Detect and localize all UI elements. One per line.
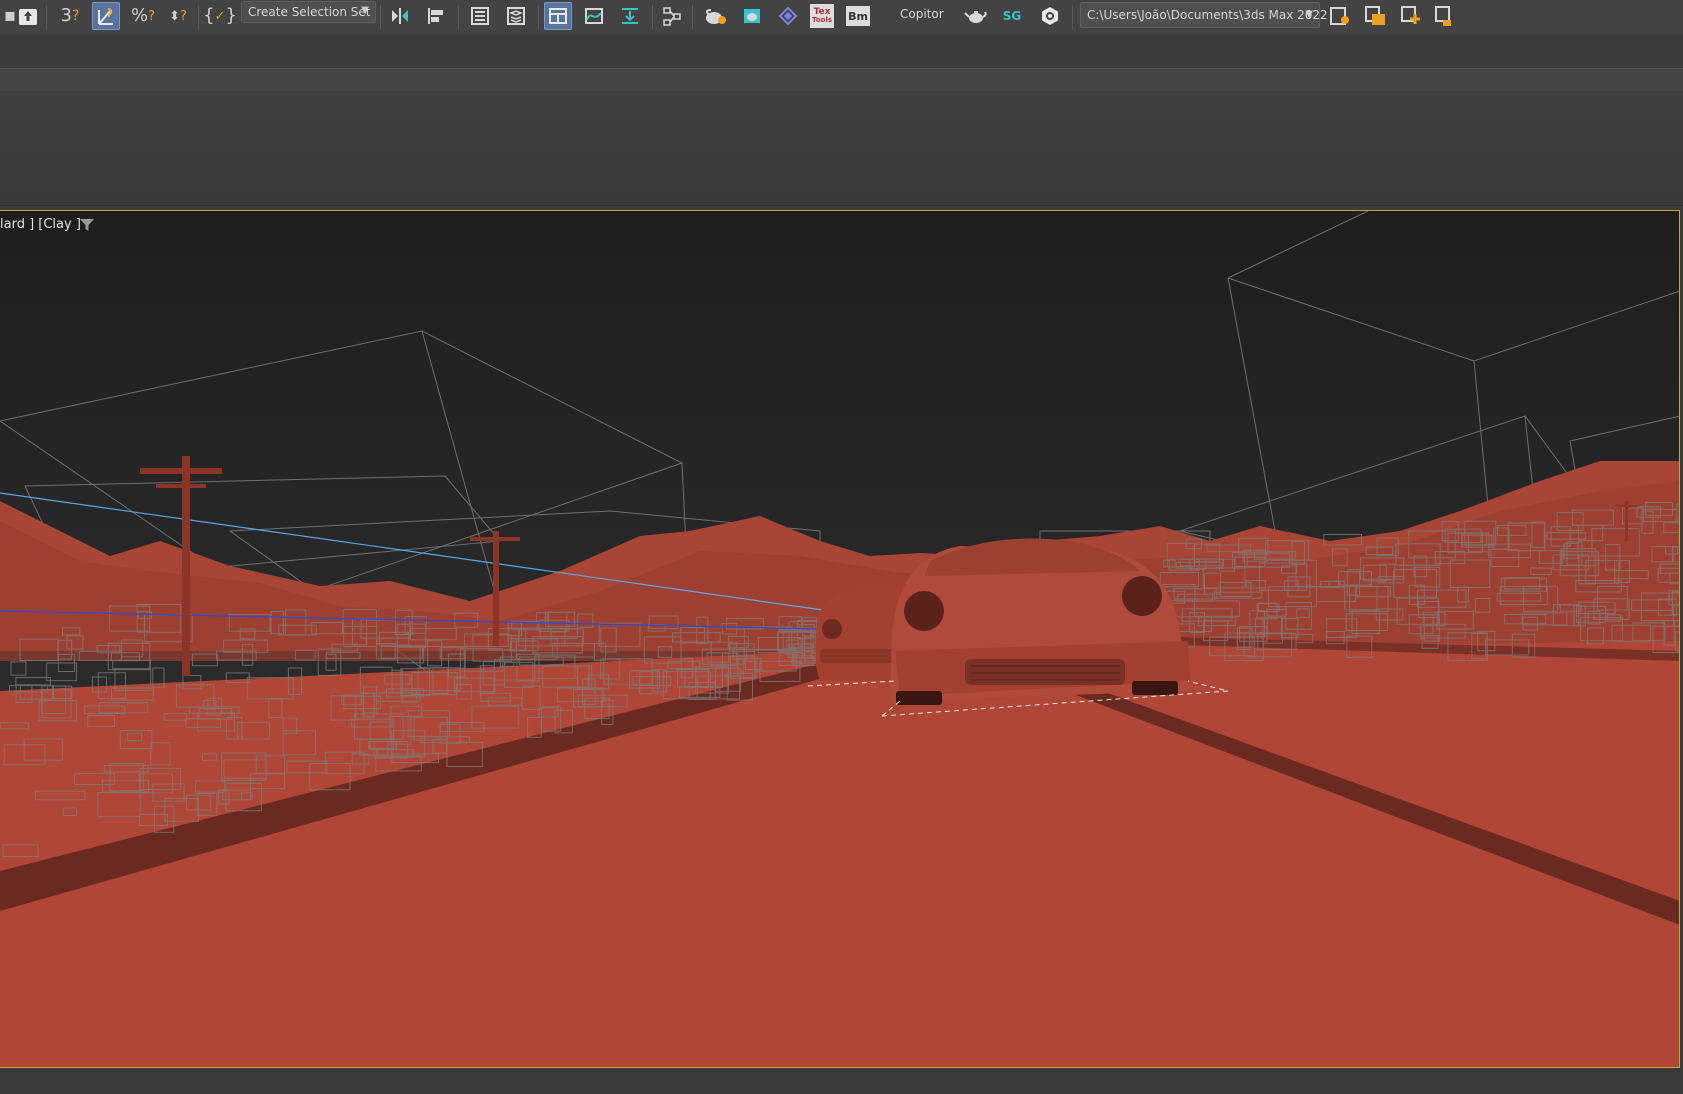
- main-toolbar: ▪ 3? %? ⬍? {✓} Create Selection Set ▼ Te…: [0, 0, 1683, 34]
- sg-icon[interactable]: SG: [998, 2, 1026, 30]
- align-icon[interactable]: [422, 2, 450, 30]
- create-selection-set-dropdown[interactable]: Create Selection Set ▼: [241, 1, 376, 23]
- mirror-icon[interactable]: [386, 2, 414, 30]
- ground-plane: [0, 641, 1679, 1067]
- bm-label: Bm: [848, 9, 868, 23]
- toolbar-separator: [380, 5, 381, 29]
- scene-explorer-icon[interactable]: [466, 2, 494, 30]
- toggle-ribbon-icon[interactable]: [544, 2, 572, 30]
- layer-explorer-icon[interactable]: [502, 2, 530, 30]
- hexagon-plugin-icon[interactable]: [1036, 2, 1064, 30]
- rendered-frame-window-icon[interactable]: [738, 2, 766, 30]
- set-project-folder-icon[interactable]: [1362, 2, 1390, 30]
- command-strip: [0, 34, 1683, 68]
- project-path-dropdown[interactable]: C:\Users\João\Documents\3ds Max 2022 ▼: [1080, 2, 1328, 28]
- status-strip: [0, 1068, 1683, 1094]
- bm-icon[interactable]: Bm: [846, 6, 870, 26]
- dope-sheet-icon[interactable]: [616, 2, 644, 30]
- render-setup-icon[interactable]: [702, 2, 730, 30]
- spinner-snap-icon[interactable]: ⬍?: [164, 2, 192, 30]
- open-project-icon[interactable]: [1398, 2, 1426, 30]
- toolbar-separator: [1072, 5, 1073, 29]
- dropdown-label: Create Selection Set: [248, 5, 371, 19]
- toolbar-separator: [46, 5, 47, 29]
- filter-icon[interactable]: [80, 219, 94, 231]
- percent-snap-icon[interactable]: %?: [129, 2, 157, 30]
- edit-named-selection-icon[interactable]: {✓}: [203, 2, 237, 30]
- schematic-view-icon[interactable]: [658, 2, 686, 30]
- ribbon-panel: [0, 91, 1683, 206]
- project-path-label: C:\Users\João\Documents\3ds Max 2022: [1087, 8, 1328, 22]
- viewport-scene: [0, 211, 1679, 1067]
- material-editor-icon[interactable]: [774, 2, 802, 30]
- project-folder-icon[interactable]: [1326, 2, 1354, 30]
- copitor-button[interactable]: Copitor: [900, 7, 944, 21]
- curve-editor-icon[interactable]: [580, 2, 608, 30]
- select-object-icon[interactable]: [14, 2, 42, 30]
- toolbar-separator: [458, 5, 459, 29]
- chevron-down-icon: ▼: [361, 5, 369, 16]
- angle-snap-icon[interactable]: 3?: [56, 2, 84, 30]
- toolbar-separator: [692, 5, 693, 29]
- tex-tools-icon[interactable]: Tex Tools: [810, 4, 834, 28]
- toolbar-separator: [652, 5, 653, 29]
- viewport-label[interactable]: lard ] [Clay ]: [0, 217, 81, 232]
- tools-label: Tools: [811, 16, 833, 24]
- sg-label: SG: [1002, 9, 1022, 23]
- snap-toggle-icon[interactable]: [92, 2, 120, 30]
- project-settings-icon[interactable]: [1432, 2, 1460, 30]
- toolbar-separator: [198, 5, 199, 29]
- toolbar-separator: [538, 5, 539, 29]
- perspective-viewport[interactable]: lard ] [Clay ]: [0, 210, 1680, 1068]
- teapot-render-icon[interactable]: [962, 2, 990, 30]
- wireframe-shrub: [1678, 530, 1679, 547]
- chevron-down-icon: ▼: [1305, 9, 1313, 20]
- ribbon-tab-strip: [0, 68, 1683, 92]
